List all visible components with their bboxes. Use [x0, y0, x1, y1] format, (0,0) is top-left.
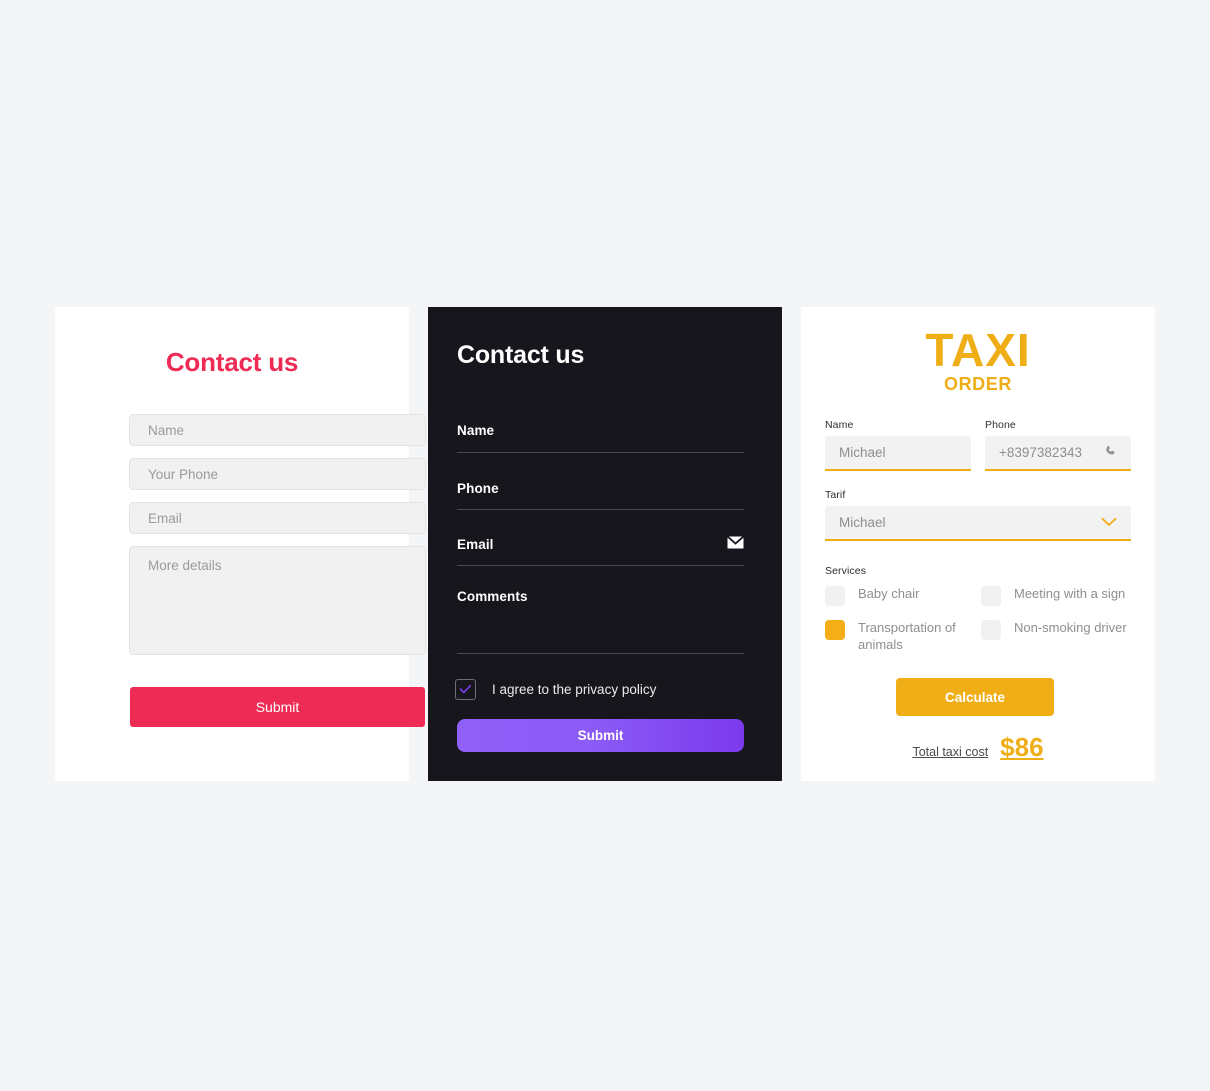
taxi-brand-main: TAXI: [925, 324, 1031, 376]
phone-label: Phone: [457, 481, 499, 496]
taxi-phone-value: +8397382343: [999, 445, 1082, 460]
contact-light-fields: [129, 414, 426, 655]
mail-icon: [726, 535, 745, 554]
taxi-tarif-select[interactable]: Michael: [825, 506, 1131, 541]
privacy-policy-label: I agree to the privacy policy: [492, 682, 657, 697]
contact-form-dark-card: Contact us Name Phone Email Comments I a…: [428, 307, 782, 781]
taxi-tarif-value: Michael: [839, 515, 886, 530]
phone-icon: [1104, 445, 1117, 461]
taxi-name-label: Name: [825, 419, 854, 431]
service-label: Meeting with a sign: [1014, 586, 1126, 601]
submit-button-dark[interactable]: Submit: [457, 719, 744, 752]
name-input[interactable]: [129, 414, 426, 446]
taxi-name-value: Michael: [839, 445, 886, 460]
taxi-brand: TAXI ORDER: [801, 325, 1155, 395]
page-canvas: Contact us Submit Contact us Name Phone …: [0, 0, 1210, 1091]
contact-form-light-card: Contact us Submit: [55, 307, 426, 781]
service-label: Non-smoking driver: [1014, 620, 1127, 635]
name-field[interactable]: Name: [457, 422, 744, 440]
taxi-name-phone-row: Name Michael Phone +8397382343: [825, 419, 1131, 471]
comments-label: Comments: [457, 589, 528, 604]
service-checkbox-meeting-with-a-sign[interactable]: [981, 586, 1001, 606]
taxi-phone-label: Phone: [985, 419, 1016, 431]
name-label: Name: [457, 423, 495, 438]
check-icon: [459, 684, 472, 694]
privacy-checkbox[interactable]: [455, 679, 476, 700]
privacy-policy-row[interactable]: I agree to the privacy policy: [455, 679, 656, 700]
taxi-services-label: Services: [825, 565, 867, 577]
taxi-phone-column: Phone +8397382343: [985, 419, 1131, 471]
taxi-brand-sub: ORDER: [943, 374, 1012, 394]
taxi-tarif-label: Tarif: [825, 489, 846, 501]
taxi-phone-input[interactable]: +8397382343: [985, 436, 1131, 471]
page-title: Contact us: [165, 347, 299, 377]
total-cost-row: Total taxi cost $86: [801, 732, 1155, 763]
name-underline: [457, 452, 744, 453]
service-checkbox-transportation-of-animals[interactable]: [825, 620, 845, 640]
chevron-down-icon: [1101, 515, 1117, 530]
total-cost-label: Total taxi cost: [912, 745, 989, 759]
service-item[interactable]: Meeting with a sign: [981, 585, 1137, 606]
taxi-services-list: Baby chair Meeting with a sign Transport…: [825, 585, 1137, 666]
email-underline: [457, 565, 744, 566]
service-item[interactable]: Baby chair: [825, 585, 981, 606]
details-textarea[interactable]: [129, 546, 426, 655]
taxi-order-card: TAXI ORDER Name Michael Phone +839738234…: [801, 307, 1155, 781]
page-title-dark: Contact us: [457, 341, 585, 369]
phone-underline: [457, 509, 744, 510]
service-checkbox-baby-chair[interactable]: [825, 586, 845, 606]
email-label: Email: [457, 537, 494, 552]
comments-field[interactable]: Comments: [457, 588, 744, 606]
service-item[interactable]: Transportation of animals: [825, 619, 981, 653]
taxi-name-input[interactable]: Michael: [825, 436, 971, 471]
service-checkbox-non-smoking-driver[interactable]: [981, 620, 1001, 640]
service-label: Transportation of animals: [858, 620, 956, 652]
service-label: Baby chair: [858, 586, 920, 601]
service-item[interactable]: Non-smoking driver: [981, 619, 1137, 653]
email-field[interactable]: Email: [457, 535, 745, 554]
total-cost-value: $86: [1000, 732, 1044, 762]
email-input[interactable]: [129, 502, 426, 534]
calculate-button[interactable]: Calculate: [896, 678, 1054, 716]
taxi-tarif-group: Tarif Michael: [825, 489, 1131, 541]
submit-button[interactable]: Submit: [130, 687, 425, 727]
comments-underline: [457, 653, 744, 654]
taxi-name-column: Name Michael: [825, 419, 971, 471]
phone-field[interactable]: Phone: [457, 480, 744, 498]
phone-input[interactable]: [129, 458, 426, 490]
